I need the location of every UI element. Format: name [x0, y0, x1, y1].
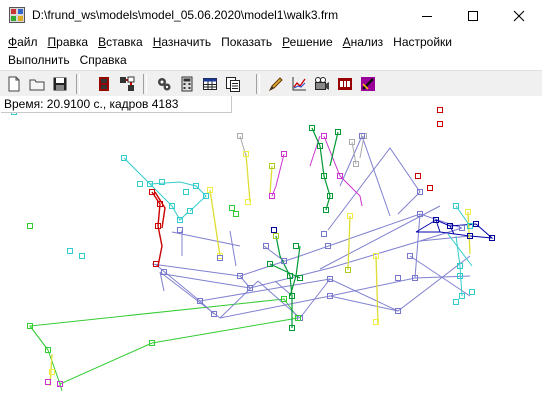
menu-label-rest: ставка: [106, 35, 143, 49]
camera-button[interactable]: [311, 73, 333, 95]
yellow-links: [49, 153, 471, 387]
marker-point: [67, 248, 73, 254]
menu-label-rest: айл: [17, 35, 38, 49]
marker-point: [469, 289, 475, 295]
toolbar: [0, 70, 542, 98]
marker-point: [79, 253, 85, 259]
marker-point: [293, 243, 299, 249]
status-time-frames: Время: 20.9100 с., кадров 4183: [1, 96, 232, 113]
graph-button[interactable]: [288, 73, 310, 95]
menu-label-rest: азначить: [161, 35, 212, 49]
menu-secondary-1[interactable]: Справка: [75, 53, 132, 67]
marker-point: [229, 205, 235, 211]
toolbar-separator: [143, 74, 147, 94]
toolbar-separator: [256, 74, 260, 94]
floor-platform: [29, 298, 299, 392]
menu-main-1[interactable]: Правка: [43, 35, 94, 49]
marker-points: [11, 107, 495, 387]
marker-point: [437, 107, 443, 113]
table-icon: [203, 78, 217, 90]
animation-button[interactable]: [357, 73, 379, 95]
window-title: D:\frund_ws\models\model_05.06.2020\mode…: [32, 8, 339, 22]
animation-icon: [361, 77, 375, 91]
marker-point: [137, 181, 143, 187]
app-icon[interactable]: [9, 7, 25, 23]
menu-label-rest: равка: [56, 35, 89, 49]
close-icon: [513, 10, 525, 21]
toolbar-separator: [76, 74, 80, 94]
menu-main-2[interactable]: Вставка: [93, 35, 148, 49]
menu-secondary-0[interactable]: Выполнить: [3, 53, 75, 67]
structure-button[interactable]: [116, 73, 138, 95]
menu-main-5[interactable]: Решение: [277, 35, 337, 49]
marker-point: [233, 211, 239, 217]
camera-icon: [315, 77, 329, 90]
pencil-button[interactable]: [265, 73, 287, 95]
pages-icon: [226, 77, 240, 92]
menu-main-7[interactable]: Настройки: [388, 35, 457, 49]
scene-canvas[interactable]: Время: 20.9100 с., кадров 4183: [0, 96, 542, 402]
open-folder-icon: [29, 79, 45, 91]
marker-point: [437, 121, 443, 127]
save-icon: [53, 77, 67, 91]
blue-link-group: [415, 219, 494, 239]
menu-main-6[interactable]: Анализ: [338, 35, 389, 49]
gears-button[interactable]: [153, 73, 175, 95]
menu-accelerator: А: [342, 35, 351, 49]
filmstrip-button[interactable]: [334, 73, 356, 95]
menu-accelerator: П: [47, 35, 57, 49]
new-file-icon: [8, 76, 20, 92]
menu-accelerator: В: [98, 35, 107, 49]
marker-point: [183, 189, 189, 195]
menu-accelerator: Р: [282, 35, 290, 49]
structure-icon: [120, 76, 135, 91]
minimize-icon: [422, 15, 432, 17]
table-button[interactable]: [199, 73, 221, 95]
magenta-links: [58, 135, 363, 387]
marker-point: [427, 185, 433, 191]
menu-main-3[interactable]: Назначить: [148, 35, 216, 49]
marker-point: [453, 299, 459, 305]
menu-bar: Файл Правка Вставка Назначить Показать Решени…: [0, 32, 542, 70]
maximize-button[interactable]: [450, 0, 496, 31]
marker-point: [27, 223, 33, 229]
grey-links: [239, 135, 365, 165]
title-bar: D:\frund_ws\models\model_05.06.2020\mode…: [0, 0, 542, 31]
menu-label-rest: ешение: [289, 35, 333, 49]
marker-point: [321, 231, 327, 237]
pencil-icon: [268, 77, 283, 92]
calculator-icon: [181, 76, 193, 92]
new-file-button[interactable]: [3, 73, 25, 95]
marker-point: [415, 173, 421, 179]
marker-point: [271, 227, 277, 233]
menu-main-0[interactable]: Файл: [3, 35, 43, 49]
pages-button[interactable]: [222, 73, 244, 95]
save-button[interactable]: [49, 73, 71, 95]
close-button[interactable]: [496, 0, 542, 31]
model-icon: [99, 77, 109, 91]
menu-main-4[interactable]: Показать: [216, 35, 277, 49]
filmstrip-icon: [338, 78, 352, 90]
menu-accelerator: Ф: [8, 35, 18, 49]
maximize-icon: [468, 10, 478, 21]
menu-row-main: Файл Правка Вставка Назначить Показать Решени…: [3, 33, 457, 51]
marker-point: [395, 275, 401, 281]
menu-row-secondary: Выполнить Справка: [3, 51, 132, 69]
menu-label-rest: нализ: [350, 35, 384, 49]
calculator-button[interactable]: [176, 73, 198, 95]
minimize-button[interactable]: [404, 0, 450, 31]
model-button[interactable]: [93, 73, 115, 95]
wireframe-scene: [11, 107, 495, 392]
graph-icon: [292, 77, 306, 91]
gears-icon: [158, 78, 171, 91]
open-button[interactable]: [26, 73, 48, 95]
